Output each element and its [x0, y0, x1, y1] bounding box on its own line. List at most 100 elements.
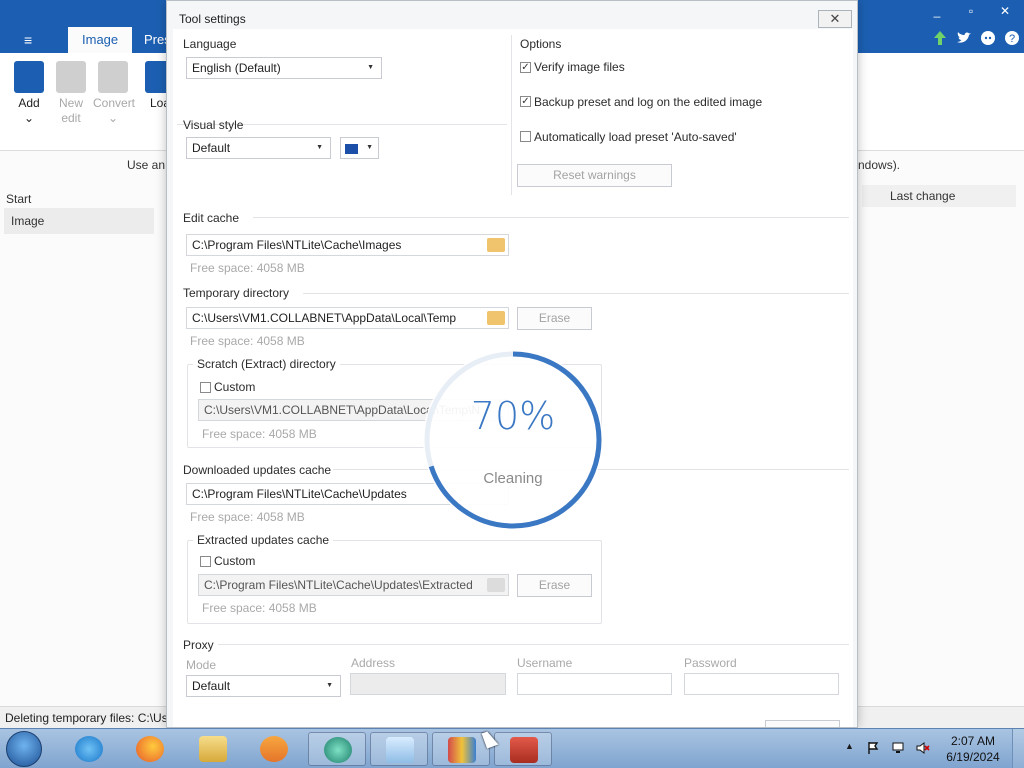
proxy-password-field[interactable] — [684, 673, 839, 695]
chevron-down-icon: ▼ — [326, 682, 333, 689]
language-label: Language — [183, 37, 237, 51]
extracted-updates-label: Extracted updates cache — [193, 533, 334, 547]
hint-text-right: ndows). — [858, 158, 901, 172]
progress-status: Cleaning — [483, 470, 543, 487]
divider — [218, 644, 849, 645]
new-edit-button[interactable]: New edit — [51, 61, 91, 126]
scratch-custom-checkbox[interactable] — [200, 382, 211, 393]
tab-image[interactable]: Image — [68, 27, 133, 53]
extracted-custom-label: Custom — [214, 554, 256, 568]
convert-caret-icon: ⌄ — [107, 111, 119, 125]
taskbar-ntlite[interactable] — [308, 732, 366, 766]
progress-ring — [424, 351, 602, 529]
main-menu-icon[interactable]: ≡ — [24, 32, 32, 48]
toolbox-icon — [510, 737, 538, 763]
updates-cache-label: Downloaded updates cache — [183, 463, 332, 477]
proxy-mode-select[interactable]: Default ▼ — [186, 675, 341, 697]
proxy-username-label: Username — [517, 656, 573, 670]
backup-checkbox[interactable]: ✓ — [520, 96, 531, 107]
proxy-password-label: Password — [684, 656, 737, 670]
clock-time[interactable]: 2:07 AM — [945, 734, 1001, 748]
accent-color-picker[interactable]: ▼ — [340, 137, 379, 159]
firefox-icon — [136, 736, 164, 762]
convert-label: Convert — [93, 96, 136, 110]
ok-button[interactable] — [765, 720, 840, 727]
proxy-username-field[interactable] — [517, 673, 672, 695]
add-label: Add — [18, 96, 40, 110]
convert-icon — [98, 61, 128, 93]
start-header: Start — [6, 192, 32, 206]
folder-browse-icon[interactable] — [487, 578, 505, 592]
dialog-close-button[interactable]: ✕ — [818, 10, 852, 28]
ntlite-icon — [324, 737, 352, 763]
verify-label: Verify image files — [534, 60, 625, 74]
twitter-icon[interactable] — [956, 30, 972, 46]
dialog-title: Tool settings — [179, 12, 246, 26]
add-image-icon — [14, 61, 44, 93]
language-value: English (Default) — [192, 61, 281, 75]
add-button[interactable]: Add ⌄ — [9, 61, 49, 126]
visual-style-label: Visual style — [183, 118, 244, 132]
temp-dir-path-field[interactable]: C:\Users\VM1.COLLABNET\AppData\Local\Tem… — [186, 307, 509, 329]
autoload-checkbox[interactable] — [520, 131, 531, 142]
start-button[interactable] — [6, 731, 42, 767]
folder-browse-icon[interactable] — [487, 238, 505, 252]
proxy-address-label: Address — [351, 656, 396, 670]
divider — [253, 217, 849, 218]
network-icon[interactable] — [891, 741, 905, 755]
sidebar-item-image[interactable]: Image — [4, 208, 154, 234]
taskbar-file-explorer[interactable] — [184, 732, 242, 766]
temp-erase-button[interactable]: Erase — [517, 307, 592, 330]
volume-muted-icon[interactable] — [916, 741, 930, 755]
proxy-mode-value: Default — [192, 679, 231, 693]
edit-cache-label: Edit cache — [183, 211, 240, 225]
status-text: Deleting temporary files: C:\Us — [5, 711, 166, 725]
reset-warnings-button[interactable]: Reset warnings — [517, 164, 672, 187]
chevron-down-icon: ▼ — [366, 144, 373, 151]
up-arrow-icon[interactable] — [932, 30, 948, 46]
clock-date[interactable]: 6/19/2024 — [945, 750, 1001, 764]
taskbar-winrar[interactable] — [432, 732, 490, 766]
show-hidden-icons-button[interactable]: ▲ — [845, 741, 854, 751]
taskbar-toolbox[interactable] — [494, 732, 552, 766]
internet-explorer-icon — [75, 736, 103, 762]
taskbar: ▲ 2:07 AM 6/19/2024 — [0, 728, 1024, 768]
minimize-button[interactable]: _ — [927, 4, 947, 18]
scratch-free-space: Free space: 4058 MB — [202, 427, 317, 441]
chevron-down-icon: ▼ — [316, 144, 323, 151]
extracted-erase-button[interactable]: Erase — [517, 574, 592, 597]
extracted-path-field[interactable]: C:\Program Files\NTLite\Cache\Updates\Ex… — [198, 574, 509, 596]
discord-icon[interactable] — [980, 30, 996, 46]
taskbar-internet-explorer[interactable] — [60, 732, 118, 766]
convert-button[interactable]: Convert ⌄ — [93, 61, 136, 126]
divider — [303, 293, 849, 294]
column-header-last-change[interactable]: Last change — [862, 185, 1016, 207]
help-icon[interactable]: ? — [1004, 30, 1020, 46]
scratch-custom-label: Custom — [214, 380, 256, 394]
extracted-custom-checkbox[interactable] — [200, 556, 211, 567]
language-select[interactable]: English (Default) ▼ — [186, 57, 382, 79]
close-window-button[interactable]: ✕ — [995, 4, 1015, 18]
add-caret-icon: ⌄ — [23, 111, 35, 125]
edit-cache-path-field[interactable]: C:\Program Files\NTLite\Cache\Images — [186, 234, 509, 256]
file-explorer-icon — [199, 736, 227, 762]
svg-text:?: ? — [1009, 33, 1015, 45]
autoload-label: Automatically load preset 'Auto-saved' — [534, 130, 737, 144]
color-swatch — [345, 143, 358, 154]
folder-browse-icon[interactable] — [487, 311, 505, 325]
proxy-mode-label: Mode — [186, 658, 217, 672]
backup-label: Backup preset and log on the edited imag… — [534, 95, 763, 109]
maximize-button[interactable]: ▫ — [961, 4, 981, 18]
verify-checkbox[interactable]: ✓ — [520, 62, 531, 73]
action-center-flag-icon[interactable] — [866, 741, 880, 755]
edit-cache-free-space: Free space: 4058 MB — [190, 261, 305, 275]
taskbar-media-player[interactable] — [245, 732, 303, 766]
taskbar-notepad[interactable] — [370, 732, 428, 766]
proxy-address-field[interactable] — [350, 673, 506, 695]
show-desktop-button[interactable] — [1012, 729, 1024, 768]
temp-dir-label: Temporary directory — [183, 286, 290, 300]
taskbar-firefox[interactable] — [121, 732, 179, 766]
image-list-panel: Start Image — [0, 186, 166, 706]
visual-style-select[interactable]: Default ▼ — [186, 137, 331, 159]
divider — [511, 35, 512, 195]
